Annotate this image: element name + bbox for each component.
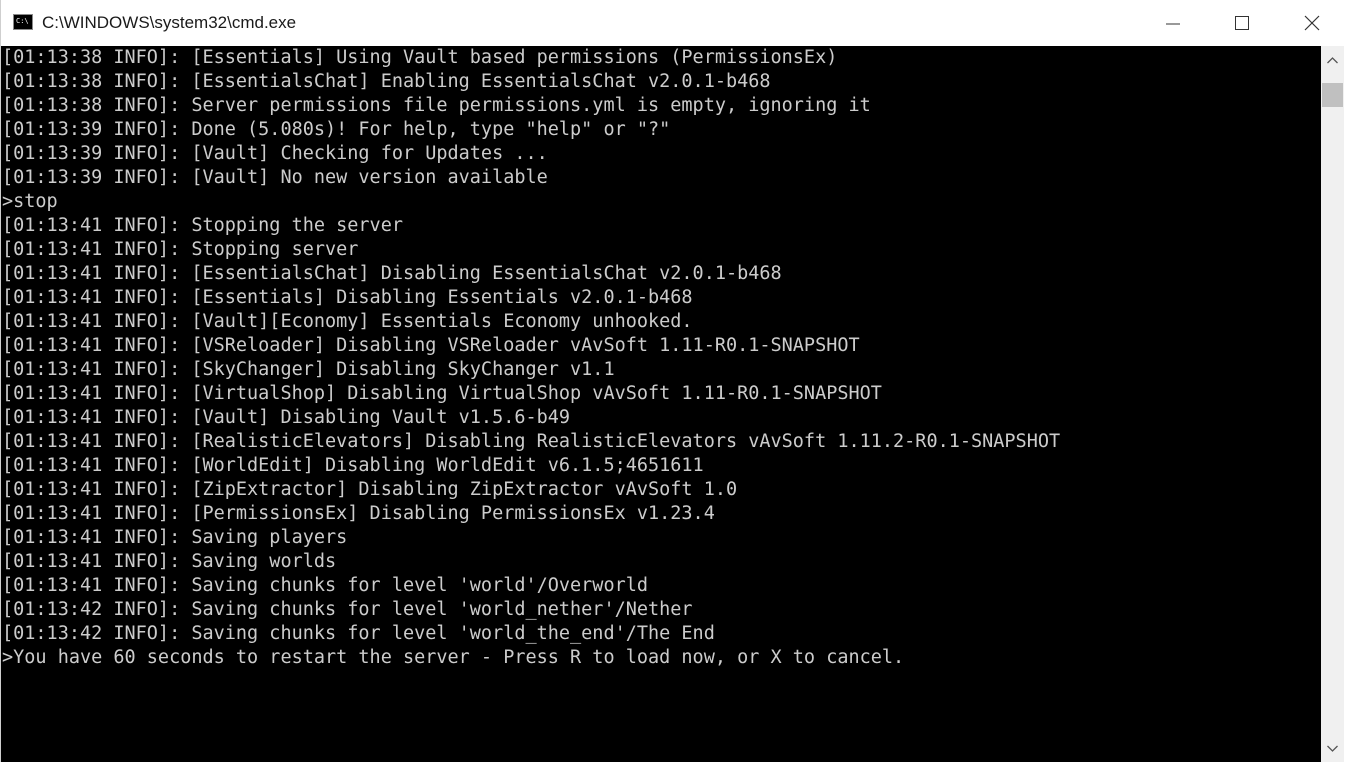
window-edge bbox=[1344, 46, 1349, 762]
console-line: [01:13:41 INFO]: [Vault] Disabling Vault… bbox=[2, 407, 571, 428]
console-line: >stop bbox=[2, 191, 58, 212]
console-line: [01:13:38 INFO]: [Essentials] Using Vaul… bbox=[2, 47, 838, 68]
minimize-icon bbox=[1166, 23, 1180, 25]
console-line: [01:13:41 INFO]: Saving players bbox=[2, 527, 348, 548]
vertical-scrollbar[interactable] bbox=[1321, 46, 1344, 762]
console-line: [01:13:41 INFO]: [SkyChanger] Disabling … bbox=[2, 359, 615, 380]
console-line: [01:13:41 INFO]: [EssentialsChat] Disabl… bbox=[2, 263, 782, 284]
cmd-app-icon[interactable]: C:\ bbox=[13, 14, 33, 30]
console-line: [01:13:39 INFO]: [Vault] Checking for Up… bbox=[2, 143, 548, 164]
close-icon bbox=[1304, 15, 1320, 31]
console-line: [01:13:42 INFO]: Saving chunks for level… bbox=[2, 623, 715, 644]
console-line: [01:13:39 INFO]: [Vault] No new version … bbox=[2, 167, 548, 188]
console-line: [01:13:41 INFO]: [PermissionsEx] Disabli… bbox=[2, 503, 715, 524]
console-line: >You have 60 seconds to restart the serv… bbox=[2, 647, 905, 668]
chevron-up-icon bbox=[1327, 57, 1338, 64]
console-line: [01:13:41 INFO]: [Vault][Economy] Essent… bbox=[2, 311, 693, 332]
console-line: [01:13:41 INFO]: [WorldEdit] Disabling W… bbox=[2, 455, 704, 476]
scrollbar-thumb[interactable] bbox=[1322, 83, 1343, 107]
minimize-button[interactable] bbox=[1138, 0, 1208, 46]
console-line: [01:13:41 INFO]: Stopping the server bbox=[2, 215, 403, 236]
console-line: [01:13:41 INFO]: Stopping server bbox=[2, 239, 359, 260]
console-line: [01:13:42 INFO]: Saving chunks for level… bbox=[2, 599, 693, 620]
console-line: [01:13:41 INFO]: [RealisticElevators] Di… bbox=[2, 431, 1061, 452]
scroll-up-button[interactable] bbox=[1321, 46, 1344, 76]
chevron-down-icon bbox=[1327, 745, 1338, 752]
console-line: [01:13:41 INFO]: Saving chunks for level… bbox=[2, 575, 649, 596]
cmd-window: C:\ C:\WINDOWS\system32\cmd.exe [01:13:3… bbox=[0, 0, 1349, 762]
console-line: [01:13:41 INFO]: [VirtualShop] Disabling… bbox=[2, 383, 882, 404]
title-bar[interactable]: C:\ C:\WINDOWS\system32\cmd.exe bbox=[1, 0, 1349, 46]
window-title: C:\WINDOWS\system32\cmd.exe bbox=[42, 13, 297, 32]
console-line: [01:13:41 INFO]: [Essentials] Disabling … bbox=[2, 287, 693, 308]
maximize-icon bbox=[1235, 16, 1249, 30]
scroll-down-button[interactable] bbox=[1321, 738, 1344, 762]
maximize-button[interactable] bbox=[1207, 0, 1277, 46]
console-line: [01:13:38 INFO]: Server permissions file… bbox=[2, 95, 871, 116]
close-button[interactable] bbox=[1277, 0, 1347, 46]
console-line: [01:13:41 INFO]: [ZipExtractor] Disablin… bbox=[2, 479, 738, 500]
console-line: [01:13:41 INFO]: [VSReloader] Disabling … bbox=[2, 335, 860, 356]
console-line: [01:13:39 INFO]: Done (5.080s)! For help… bbox=[2, 119, 671, 140]
console-output[interactable]: [01:13:38 INFO]: [Essentials] Using Vaul… bbox=[1, 46, 1321, 762]
console-line: [01:13:38 INFO]: [EssentialsChat] Enabli… bbox=[2, 71, 771, 92]
console-line: [01:13:41 INFO]: Saving worlds bbox=[2, 551, 337, 572]
